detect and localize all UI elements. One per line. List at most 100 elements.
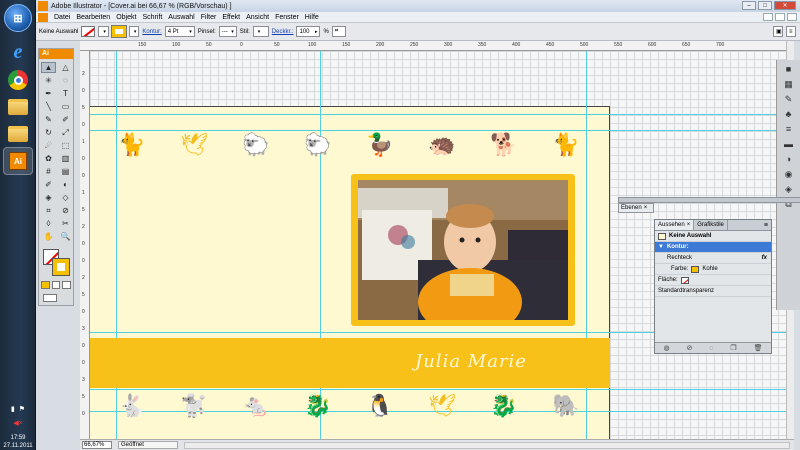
- kontur-link[interactable]: Kontur:: [142, 29, 161, 35]
- screen-mode-button[interactable]: [43, 294, 57, 302]
- animal-silhouette[interactable]: 🕊: [428, 395, 456, 417]
- menu-effekt[interactable]: Effekt: [219, 14, 243, 21]
- appearance-rechteck-row[interactable]: Rechteck fx: [655, 253, 771, 264]
- close-button[interactable]: ✕: [774, 1, 796, 10]
- fill-swatch[interactable]: [81, 26, 96, 37]
- direct-selection-tool-icon[interactable]: △: [58, 62, 73, 73]
- tab-aussehen[interactable]: Aussehen ×: [655, 220, 695, 230]
- animal-silhouette[interactable]: 🐉: [490, 395, 517, 417]
- type-tool-icon[interactable]: T: [58, 88, 73, 99]
- animal-silhouette[interactable]: 🐁: [242, 395, 269, 417]
- name-text[interactable]: Julia Marie: [415, 351, 527, 372]
- symbols-panel-icon[interactable]: ♣: [782, 108, 796, 120]
- stroke-dropdown-arrow[interactable]: ▾: [128, 26, 140, 37]
- animal-silhouette[interactable]: 🐧: [366, 395, 393, 417]
- menu-fenster[interactable]: Fenster: [272, 14, 302, 21]
- style-select[interactable]: ▾: [252, 26, 269, 37]
- animal-silhouette[interactable]: 🐇: [118, 395, 145, 417]
- horizontal-scrollbar[interactable]: [184, 441, 790, 449]
- none-mode-button[interactable]: [62, 281, 72, 289]
- eyedropper-tool-icon[interactable]: ✐: [41, 179, 56, 190]
- animal-silhouette[interactable]: 🐑: [242, 134, 269, 156]
- zoom-field[interactable]: 66,67%: [82, 441, 112, 449]
- appearance-panel-icon[interactable]: ◉: [782, 168, 796, 180]
- animal-silhouette[interactable]: 🦆: [366, 134, 393, 156]
- doc-close-button[interactable]: [787, 13, 797, 21]
- stroke-weight-select[interactable]: 4 Pt ▾: [164, 26, 195, 37]
- pen-tool-icon[interactable]: ✒: [41, 88, 56, 99]
- tab-ebenen[interactable]: Ebenen ×: [618, 203, 654, 213]
- blend-tool-icon[interactable]: ◐: [58, 179, 73, 190]
- menu-ansicht[interactable]: Ansicht: [243, 14, 272, 21]
- menu-filter[interactable]: Filter: [198, 14, 220, 21]
- status-field[interactable]: Geöffnet: [118, 441, 178, 449]
- stroke-panel-icon[interactable]: ≡: [782, 123, 796, 135]
- close-icon[interactable]: ×: [687, 222, 691, 228]
- animal-silhouette[interactable]: 🐑: [304, 134, 331, 156]
- stroke-color-swatch[interactable]: [691, 265, 700, 273]
- taskbar-illustrator-button[interactable]: Ai: [3, 147, 33, 175]
- hand-tool-icon[interactable]: ✋: [41, 231, 56, 242]
- lasso-tool-icon[interactable]: ◌: [58, 75, 73, 86]
- appearance-flaeche-row[interactable]: Fläche:: [655, 275, 771, 286]
- menu-datei[interactable]: Datei: [51, 14, 73, 21]
- color-panel-icon[interactable]: ■: [782, 63, 796, 75]
- zoom-tool-icon[interactable]: 🔍: [58, 231, 73, 242]
- animal-silhouette[interactable]: 🐈: [118, 134, 145, 156]
- close-icon[interactable]: ×: [644, 205, 648, 211]
- menu-objekt[interactable]: Objekt: [113, 14, 139, 21]
- slice-tool-icon[interactable]: ⊘: [58, 205, 73, 216]
- network-icon[interactable]: ▮: [11, 406, 15, 414]
- appearance-transparency-row[interactable]: Standardtransparenz: [655, 286, 771, 297]
- appearance-farbe-row[interactable]: Farbe: Kohle: [655, 264, 771, 275]
- new-art-maintains-icon[interactable]: ◍: [663, 344, 669, 352]
- animal-silhouette[interactable]: 🐕: [490, 134, 517, 156]
- graph-tool-icon[interactable]: ▥: [58, 153, 73, 164]
- guide-horizontal[interactable]: [90, 114, 786, 115]
- brushes-panel-icon[interactable]: ✎: [782, 93, 796, 105]
- disclosure-triangle-icon[interactable]: ▼: [658, 244, 664, 250]
- rectangle-tool-icon[interactable]: ▭: [58, 101, 73, 112]
- start-button[interactable]: ⊞: [4, 4, 32, 32]
- align-options-button[interactable]: ⌗: [331, 26, 346, 37]
- flag-icon[interactable]: ⚑: [19, 406, 25, 414]
- color-mode-button[interactable]: [41, 281, 50, 289]
- animal-silhouette[interactable]: 🐩: [180, 395, 207, 417]
- appearance-target-row[interactable]: Keine Auswahl: [655, 231, 771, 242]
- selection-tool-icon[interactable]: ▲: [41, 62, 56, 73]
- volume-muted-icon[interactable]: ◀×: [13, 420, 22, 428]
- transparency-panel-icon[interactable]: ◑: [782, 153, 796, 165]
- clear-appearance-icon[interactable]: ⊘: [686, 344, 692, 352]
- delete-item-icon[interactable]: 🗑: [754, 344, 763, 352]
- gradient-mode-button[interactable]: [51, 281, 61, 289]
- animal-silhouette[interactable]: 🕊: [180, 134, 208, 156]
- stroke-yellow-swatch[interactable]: [52, 258, 70, 276]
- line-tool-icon[interactable]: ╲: [41, 101, 56, 112]
- warp-tool-icon[interactable]: ☄: [41, 140, 56, 151]
- duplicate-item-icon[interactable]: ❐: [730, 344, 736, 352]
- free-transform-tool-icon[interactable]: ⬚: [58, 140, 73, 151]
- scale-tool-icon[interactable]: ⤢: [58, 127, 73, 138]
- animal-silhouette[interactable]: 🐈: [552, 134, 579, 156]
- paintbrush-tool-icon[interactable]: ✎: [41, 114, 56, 125]
- mesh-tool-icon[interactable]: #: [41, 166, 56, 177]
- gradient-panel-icon[interactable]: ▬: [782, 138, 796, 150]
- gradient-tool-icon[interactable]: ▤: [58, 166, 73, 177]
- doc-restore-button[interactable]: [775, 13, 785, 21]
- explorer-icon[interactable]: [3, 120, 33, 148]
- menu-auswahl[interactable]: Auswahl: [165, 14, 197, 21]
- vertical-ruler[interactable]: 2 0 5 0 1 0 0 1 5 2 0 0 2 5 0 3 0 0 3 5 0: [80, 51, 90, 439]
- swatches-panel-icon[interactable]: ▦: [782, 78, 796, 90]
- baby-photo[interactable]: [358, 180, 568, 320]
- fill-dropdown-arrow[interactable]: ▾: [98, 26, 109, 37]
- stroke-swatch[interactable]: [110, 25, 127, 38]
- eraser-tool-icon[interactable]: ◊: [41, 218, 56, 229]
- animal-silhouette[interactable]: 🐉: [304, 395, 331, 417]
- menu-bearbeiten[interactable]: Bearbeiten: [73, 14, 113, 21]
- tab-grafikstile[interactable]: Grafikstile: [694, 220, 728, 230]
- internet-explorer-icon[interactable]: e: [3, 38, 33, 66]
- guide-horizontal[interactable]: [90, 389, 786, 390]
- panel-menu-icon[interactable]: ≡: [786, 26, 796, 37]
- doc-minimize-button[interactable]: [763, 13, 773, 21]
- brush-select[interactable]: --- ▾: [218, 26, 237, 37]
